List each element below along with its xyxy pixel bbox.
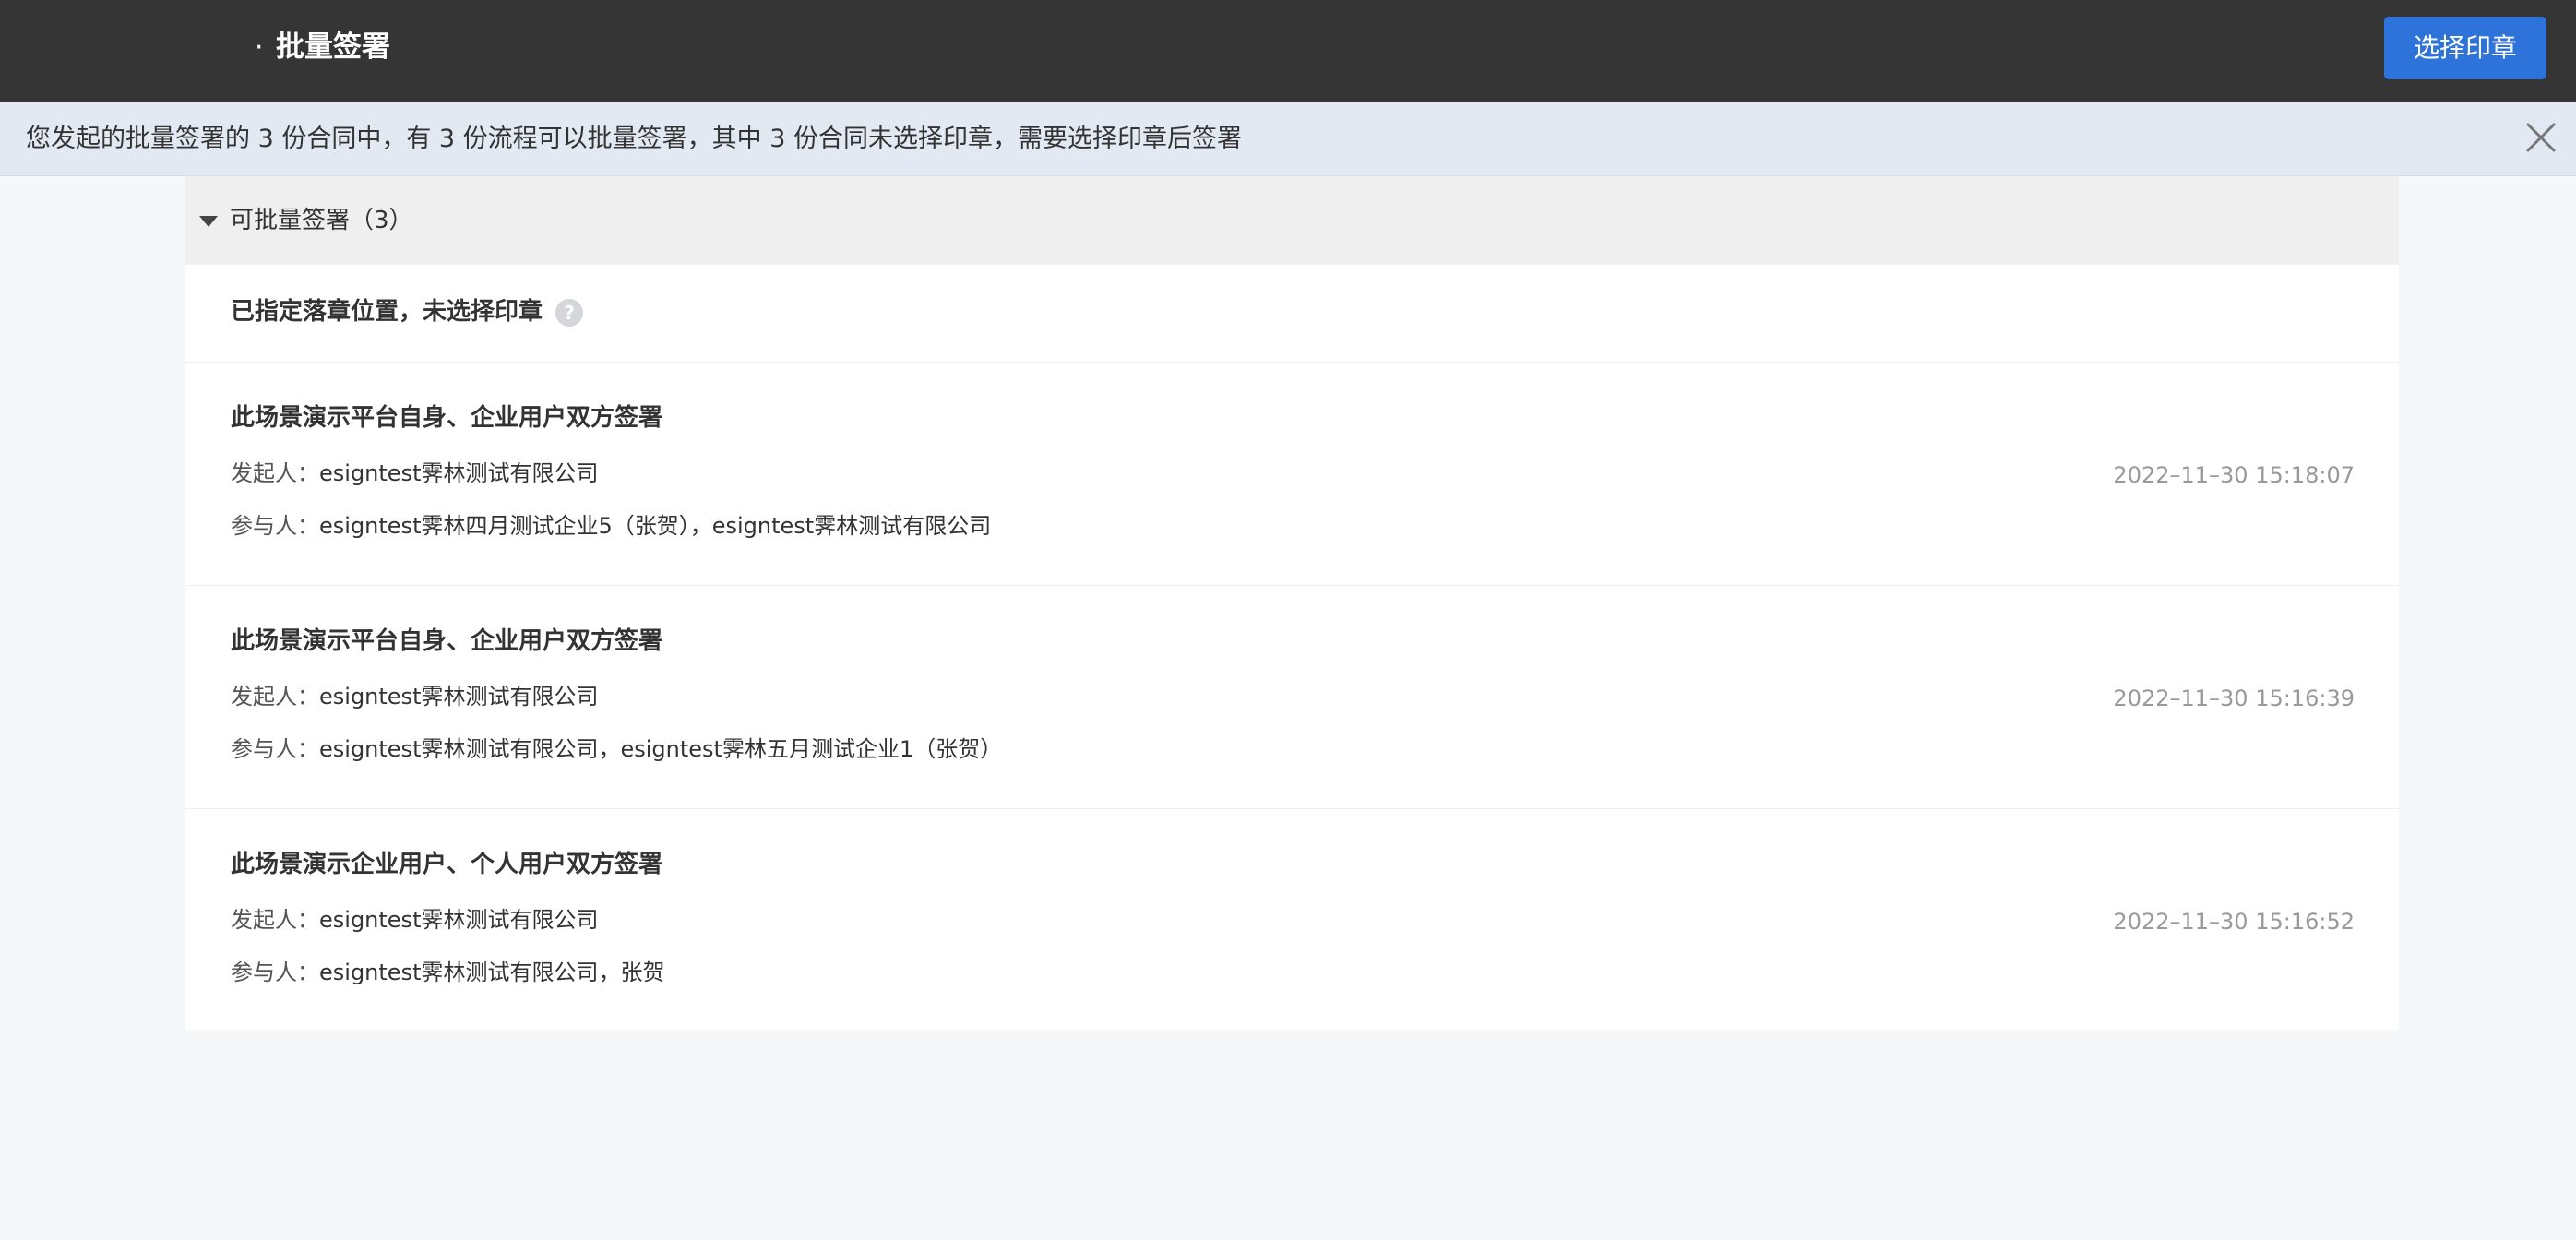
participants-label: 参与人： bbox=[231, 960, 319, 985]
initiator-value: esigntest霁林测试有限公司 bbox=[319, 684, 599, 709]
initiator-label: 发起人： bbox=[231, 907, 319, 933]
contract-item[interactable]: 此场景演示企业用户、个人用户双方签署 发起人：esigntest霁林测试有限公司… bbox=[185, 809, 2399, 1032]
initiator-label: 发起人： bbox=[231, 684, 319, 709]
question-circle-icon[interactable]: ? bbox=[555, 299, 583, 327]
initiator-line: 发起人：esigntest霁林测试有限公司 bbox=[231, 903, 598, 936]
initiator-line: 发起人：esigntest霁林测试有限公司 bbox=[231, 457, 598, 490]
contract-title: 此场景演示平台自身、企业用户双方签署 bbox=[231, 404, 663, 432]
initiator-line: 发起人：esigntest霁林测试有限公司 bbox=[231, 680, 598, 713]
initiator-value: esigntest霁林测试有限公司 bbox=[319, 907, 599, 933]
select-seal-button[interactable]: 选择印章 bbox=[2384, 17, 2546, 79]
participants-value: esigntest霁林测试有限公司，esigntest霁林五月测试企业1（张贺） bbox=[319, 736, 1003, 762]
top-bar: · 批量签署 选择印章 bbox=[0, 0, 2576, 102]
participants-line: 参与人：esigntest霁林测试有限公司，esigntest霁林五月测试企业1… bbox=[231, 733, 1002, 766]
batch-sign-panel: 可批量签署（3） 已指定落章位置，未选择印章 ? 此场景演示平台自身、企业用户双… bbox=[185, 176, 2399, 1030]
participants-label: 参与人： bbox=[231, 513, 319, 539]
group-label: 可批量签署（3） bbox=[230, 207, 413, 234]
contract-time: 2022–11–30 15:16:52 bbox=[2113, 909, 2355, 935]
contract-time: 2022–11–30 15:16:39 bbox=[2113, 686, 2355, 711]
notice-bar: 您发起的批量签署的 3 份合同中，有 3 份流程可以批量签署，其中 3 份合同未… bbox=[0, 102, 2576, 176]
participants-label: 参与人： bbox=[231, 736, 319, 762]
participants-value: esigntest霁林四月测试企业5（张贺），esigntest霁林测试有限公司 bbox=[319, 513, 992, 539]
notice-text: 您发起的批量签署的 3 份合同中，有 3 份流程可以批量签署，其中 3 份合同未… bbox=[26, 125, 1243, 153]
participants-line: 参与人：esigntest霁林四月测试企业5（张贺），esigntest霁林测试… bbox=[231, 509, 991, 542]
contract-title: 此场景演示企业用户、个人用户双方签署 bbox=[231, 851, 663, 878]
participants-line: 参与人：esigntest霁林测试有限公司，张贺 bbox=[231, 956, 664, 989]
close-icon[interactable] bbox=[2522, 119, 2559, 156]
contract-time: 2022–11–30 15:18:07 bbox=[2113, 462, 2355, 488]
contract-item[interactable]: 此场景演示平台自身、企业用户双方签署 发起人：esigntest霁林测试有限公司… bbox=[185, 586, 2399, 809]
page-title: 批量签署 bbox=[276, 30, 390, 64]
initiator-value: esigntest霁林测试有限公司 bbox=[319, 460, 599, 486]
participants-value: esigntest霁林测试有限公司，张贺 bbox=[319, 960, 665, 985]
caret-down-icon bbox=[199, 216, 218, 227]
contract-title: 此场景演示平台自身、企业用户双方签署 bbox=[231, 627, 663, 655]
subsection-title: 已指定落章位置，未选择印章 bbox=[231, 298, 543, 326]
subsection-header: 已指定落章位置，未选择印章 ? bbox=[185, 265, 2399, 363]
contract-item[interactable]: 此场景演示平台自身、企业用户双方签署 发起人：esigntest霁林测试有限公司… bbox=[185, 363, 2399, 586]
group-header-batch-signable[interactable]: 可批量签署（3） bbox=[185, 176, 2399, 265]
title-bullet: · bbox=[255, 31, 264, 64]
initiator-label: 发起人： bbox=[231, 460, 319, 486]
